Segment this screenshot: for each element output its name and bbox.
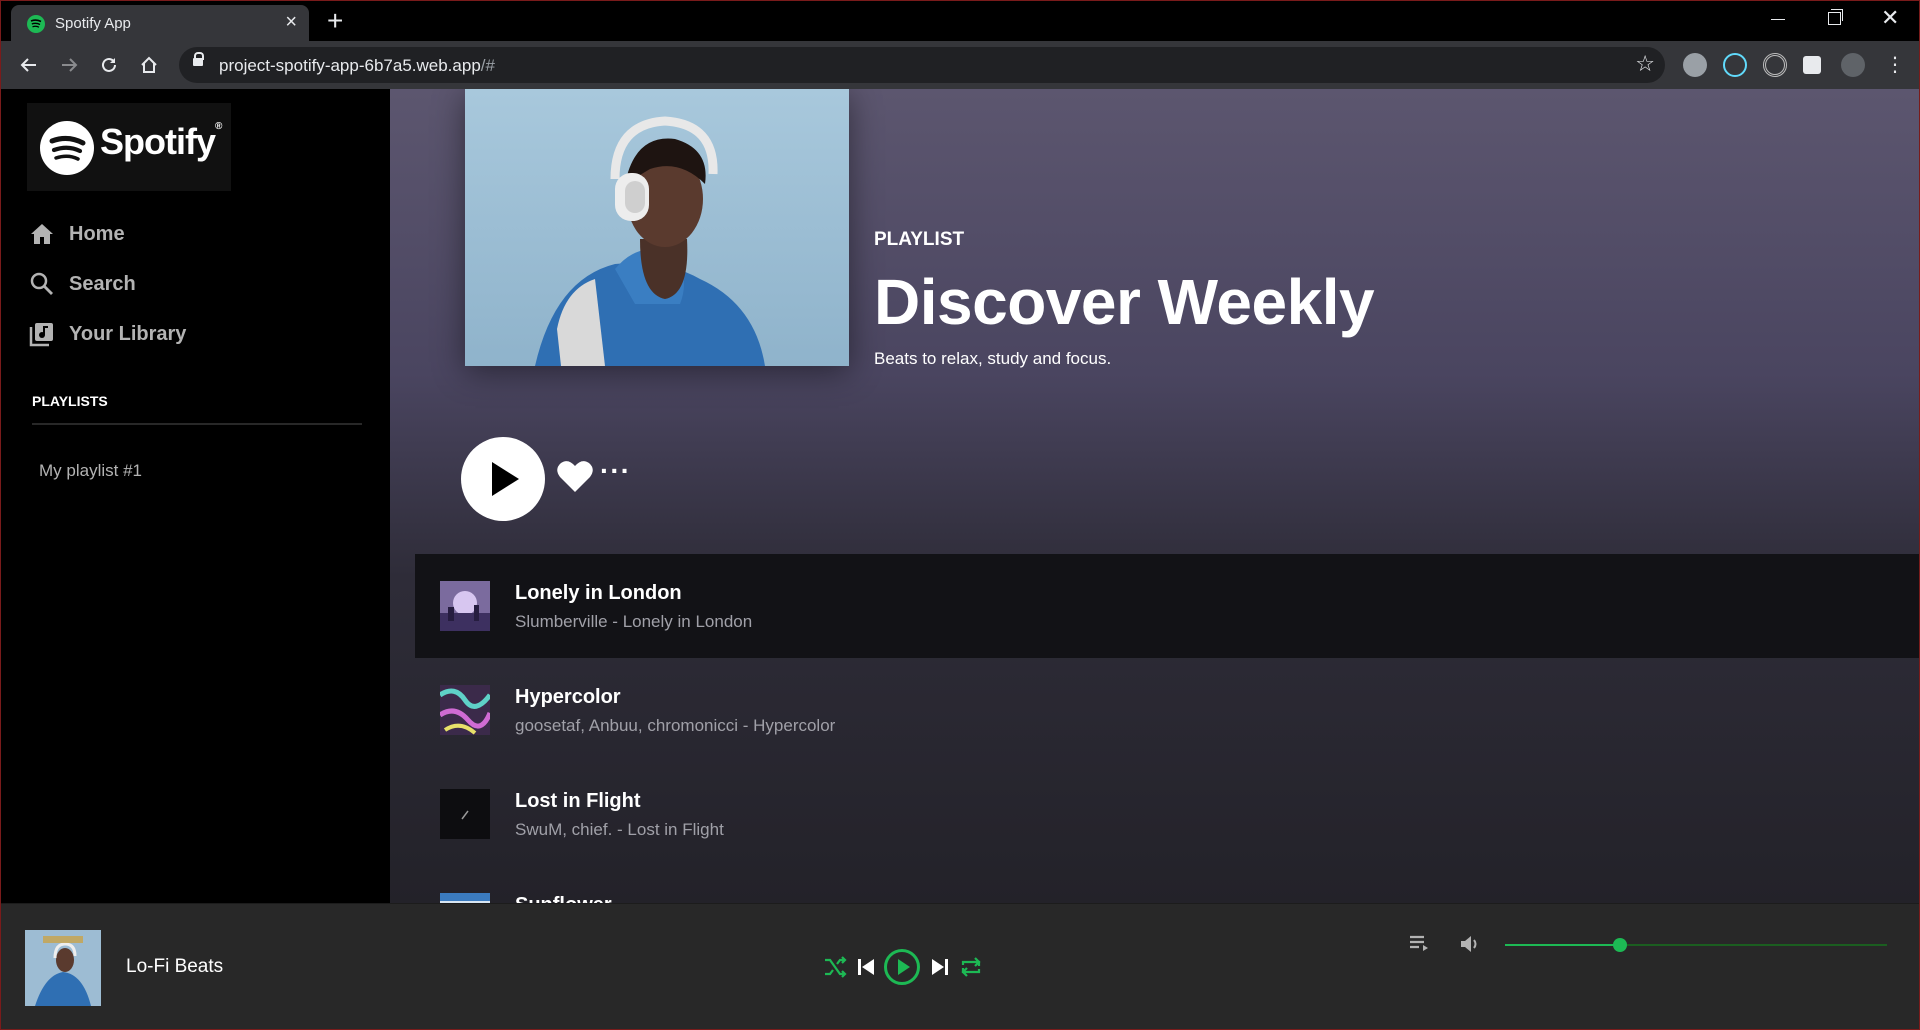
volume-fill (1505, 944, 1620, 946)
previous-track-icon[interactable] (857, 957, 875, 982)
new-tab-icon[interactable]: + (327, 7, 343, 35)
tab-close-icon[interactable]: × (285, 12, 297, 32)
browser-toolbar: project-spotify-app-6b7a5.web.app/# ☆ ⋮ (1, 41, 1919, 89)
track-thumbnail (440, 789, 490, 839)
spotify-logo[interactable]: Spotify® (27, 103, 231, 191)
heart-icon[interactable] (556, 459, 594, 498)
close-window-icon[interactable]: ✕ (1881, 5, 1899, 31)
sidebar-item-library[interactable]: Your Library (27, 317, 367, 351)
player-bar: Lo-Fi Beats (1, 903, 1919, 1029)
playlist-title: Discover Weekly (874, 266, 1375, 338)
extension-ll-icon[interactable] (1683, 53, 1707, 77)
extension-target-icon[interactable] (1763, 53, 1787, 77)
track-artists: goosetaf, Anbuu, chromonicci - Hypercolo… (515, 716, 836, 735)
now-playing-title: Lo-Fi Beats (126, 956, 224, 977)
library-icon (29, 321, 55, 352)
profile-avatar[interactable] (1841, 53, 1865, 77)
reload-icon[interactable] (95, 51, 123, 79)
browser-tab[interactable]: Spotify App × (11, 5, 309, 41)
spotify-favicon-icon (27, 15, 45, 33)
track-list: Lonely in London Slumberville - Lonely i… (415, 554, 1919, 903)
browser-menu-icon[interactable]: ⋮ (1881, 51, 1909, 79)
volume-icon[interactable] (1459, 934, 1481, 959)
sidebar-divider (32, 423, 362, 425)
tab-title: Spotify App (55, 15, 131, 32)
restore-window-icon[interactable] (1828, 9, 1843, 25)
forward-icon[interactable] (55, 51, 83, 79)
address-bar[interactable]: project-spotify-app-6b7a5.web.app/# ☆ (179, 47, 1665, 83)
extensions-puzzle-icon[interactable] (1803, 56, 1821, 74)
track-thumbnail (440, 893, 490, 903)
home-icon (29, 221, 55, 252)
track-row[interactable]: Lonely in London Slumberville - Lonely i… (415, 554, 1919, 658)
playlist-cover-image (465, 89, 849, 366)
back-icon[interactable] (15, 51, 43, 79)
playlist-type-label: PLAYLIST (874, 229, 965, 250)
track-thumbnail (438, 685, 493, 735)
react-devtools-icon[interactable] (1723, 53, 1747, 77)
repeat-icon[interactable] (959, 956, 983, 983)
spotify-logo-icon (40, 121, 94, 175)
browser-tab-strip: Spotify App × + ✕ (1, 1, 1919, 41)
next-track-icon[interactable] (931, 957, 949, 982)
lock-icon[interactable] (193, 52, 204, 66)
sidebar-item-label: Home (69, 223, 125, 245)
volume-slider[interactable] (1505, 938, 1887, 952)
search-icon (29, 271, 55, 302)
sidebar: Spotify® Home Search Your Library PLAYLI… (1, 89, 390, 903)
volume-slider-handle[interactable] (1612, 938, 1627, 952)
track-title: Hypercolor (515, 686, 621, 708)
sidebar-playlist-item[interactable]: My playlist #1 (39, 461, 142, 481)
bookmark-star-icon[interactable]: ☆ (1635, 51, 1655, 77)
play-playlist-button[interactable] (461, 437, 545, 521)
playlist-info: PLAYLIST Discover Weekly Beats to relax,… (874, 229, 1375, 369)
track-row[interactable]: Hypercolor goosetaf, Anbuu, chromonicci … (415, 658, 1919, 762)
play-icon (492, 462, 519, 496)
track-row[interactable]: Lost in Flight SwuM, chief. - Lost in Fl… (415, 762, 1919, 866)
track-title: Lonely in London (515, 582, 682, 604)
logo-text: Spotify® (100, 121, 222, 162)
playlists-heading: PLAYLISTS (32, 393, 108, 409)
shuffle-icon[interactable] (823, 956, 847, 983)
playlist-description: Beats to relax, study and focus. (874, 349, 1112, 368)
track-artists: SwuM, chief. - Lost in Flight (515, 820, 724, 839)
track-title: Sunflower (515, 894, 612, 903)
playlist-view: PLAYLIST Discover Weekly Beats to relax,… (390, 89, 1919, 903)
now-playing-thumbnail (25, 930, 101, 1006)
more-options-icon[interactable]: ··· (600, 455, 631, 487)
track-artists: Slumberville - Lonely in London (515, 612, 753, 631)
sidebar-item-label: Your Library (69, 323, 187, 345)
queue-icon[interactable] (1409, 934, 1429, 957)
sidebar-item-search[interactable]: Search (27, 267, 367, 301)
app-window: Spotify App × + ✕ project-spotify-app-6b… (0, 0, 1920, 1030)
minimize-window-icon[interactable] (1771, 7, 1787, 23)
play-pause-button[interactable] (883, 948, 921, 991)
track-thumbnail (440, 581, 490, 631)
track-row[interactable]: Sunflower (415, 866, 1919, 903)
sidebar-item-home[interactable]: Home (27, 217, 367, 251)
track-title: Lost in Flight (515, 790, 641, 812)
home-page-icon[interactable] (135, 51, 163, 79)
url-text: project-spotify-app-6b7a5.web.app/# (219, 56, 495, 75)
sidebar-item-label: Search (69, 273, 136, 295)
